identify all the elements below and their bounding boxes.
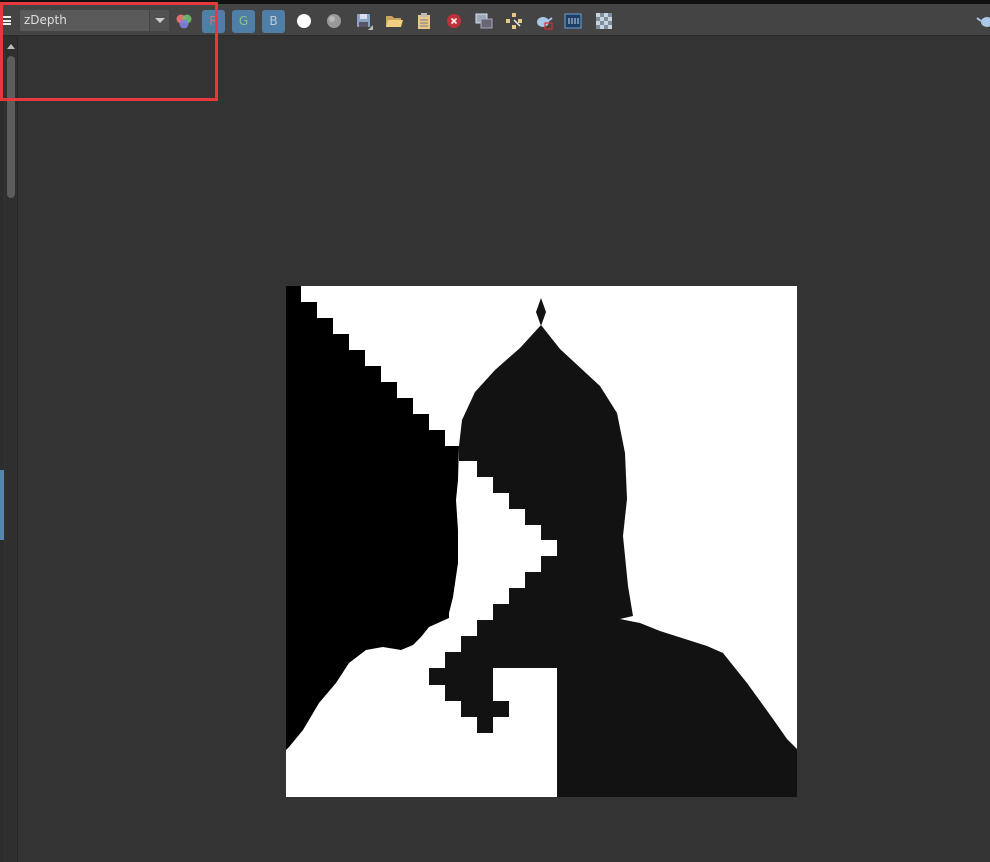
render-view-toolbar: zDepth R G B [0,4,990,36]
snapshot-icon[interactable] [475,12,493,30]
gray-sphere-icon[interactable] [325,12,343,30]
left-panel-selected-tab[interactable] [0,470,4,540]
close-red-icon[interactable] [445,12,463,30]
teapot-render-icon[interactable] [535,12,553,30]
red-channel-button[interactable]: R [202,10,225,33]
left-panel-edge [0,36,4,862]
teapot-icon[interactable] [976,12,990,30]
save-icon[interactable] [355,12,373,30]
rendered-zdepth-image [286,286,797,797]
blue-channel-button[interactable]: B [262,10,285,33]
green-channel-button[interactable]: G [232,10,255,33]
scroll-up-arrow-icon[interactable] [7,44,15,49]
white-sphere-icon[interactable] [295,12,313,30]
vertical-scrollbar[interactable] [5,36,18,862]
open-folder-icon[interactable] [385,12,403,30]
film-strip-icon[interactable] [564,12,582,30]
rgb-channels-icon[interactable] [175,12,193,30]
menu-icon[interactable] [3,16,11,25]
clipboard-icon[interactable] [415,12,433,30]
channel-select[interactable]: zDepth [20,10,169,31]
channel-select-value: zDepth [24,13,67,27]
chevron-down-icon[interactable] [149,10,169,31]
region-select-icon[interactable] [505,12,523,30]
scrollbar-thumb[interactable] [7,56,15,198]
checker-icon[interactable] [595,12,613,30]
